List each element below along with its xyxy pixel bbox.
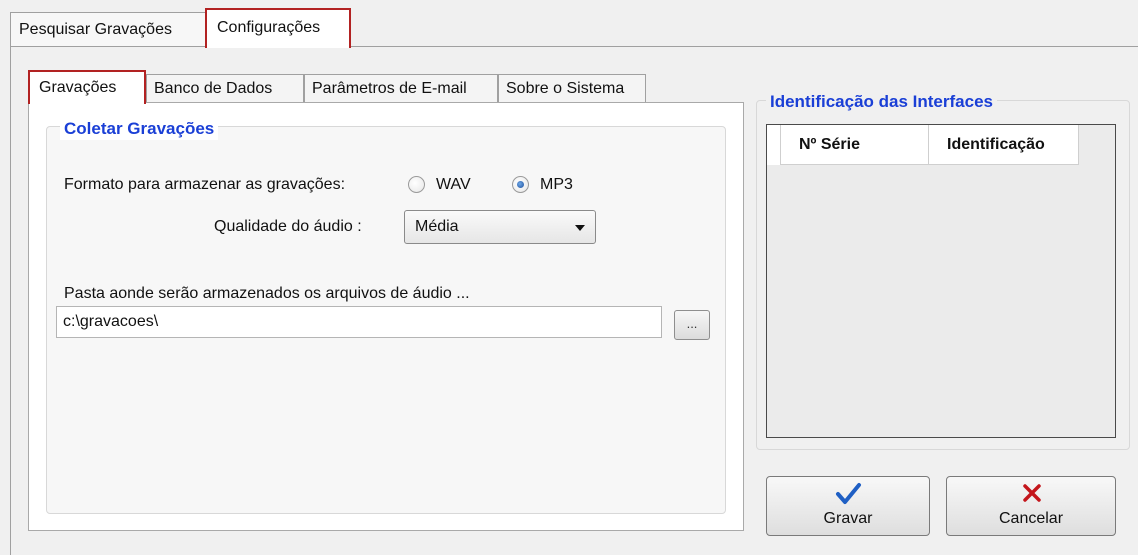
tab-configuracoes[interactable]: Configurações [205, 8, 351, 48]
grid-header: Nº Série Identificação [767, 125, 1079, 165]
gravar-button[interactable]: Gravar [766, 476, 930, 536]
mp3-radio[interactable] [512, 176, 529, 193]
tab-label: Sobre o Sistema [506, 80, 625, 97]
tab-pesquisar-gravacoes[interactable]: Pesquisar Gravações [10, 12, 206, 46]
gravar-label: Gravar [823, 510, 873, 527]
folder-path-input[interactable] [56, 306, 662, 338]
cancelar-label: Cancelar [998, 510, 1064, 527]
coletar-gravacoes-title: Coletar Gravações [60, 118, 219, 140]
column-numero-serie[interactable]: Nº Série [781, 125, 929, 165]
tab-label: Banco de Dados [154, 80, 273, 97]
browse-folder-button[interactable]: ... [674, 310, 710, 340]
tab-label: Pesquisar Gravações [19, 21, 172, 38]
tab-gravacoes[interactable]: Gravações [28, 70, 146, 104]
interfaces-grid[interactable]: Nº Série Identificação [766, 124, 1116, 438]
tab-label: Configurações [217, 19, 321, 36]
chevron-down-icon [575, 225, 585, 231]
tab-banco-de-dados[interactable]: Banco de Dados [146, 74, 304, 102]
x-icon [1023, 484, 1041, 502]
mp3-radio-label[interactable]: MP3 [540, 175, 573, 195]
quality-select-value: Média [415, 218, 459, 235]
grid-row-header [767, 125, 781, 165]
tab-label: Parâmetros de E-mail [312, 80, 467, 97]
interfaces-title: Identificação das Interfaces [766, 91, 997, 113]
check-icon [836, 483, 861, 504]
column-identificacao[interactable]: Identificação [929, 125, 1079, 165]
tab-parametros-email[interactable]: Parâmetros de E-mail [304, 74, 498, 102]
tab-sobre-o-sistema[interactable]: Sobre o Sistema [498, 74, 646, 102]
quality-select[interactable]: Média [404, 210, 596, 244]
wav-radio-label[interactable]: WAV [436, 175, 471, 195]
tab-label: Gravações [39, 79, 117, 96]
folder-label: Pasta aonde serão armazenados os arquivo… [64, 285, 470, 302]
cancelar-button[interactable]: Cancelar [946, 476, 1116, 536]
wav-radio[interactable] [408, 176, 425, 193]
format-label: Formato para armazenar as gravações: [64, 176, 346, 193]
quality-label: Qualidade do áudio : [214, 218, 362, 235]
